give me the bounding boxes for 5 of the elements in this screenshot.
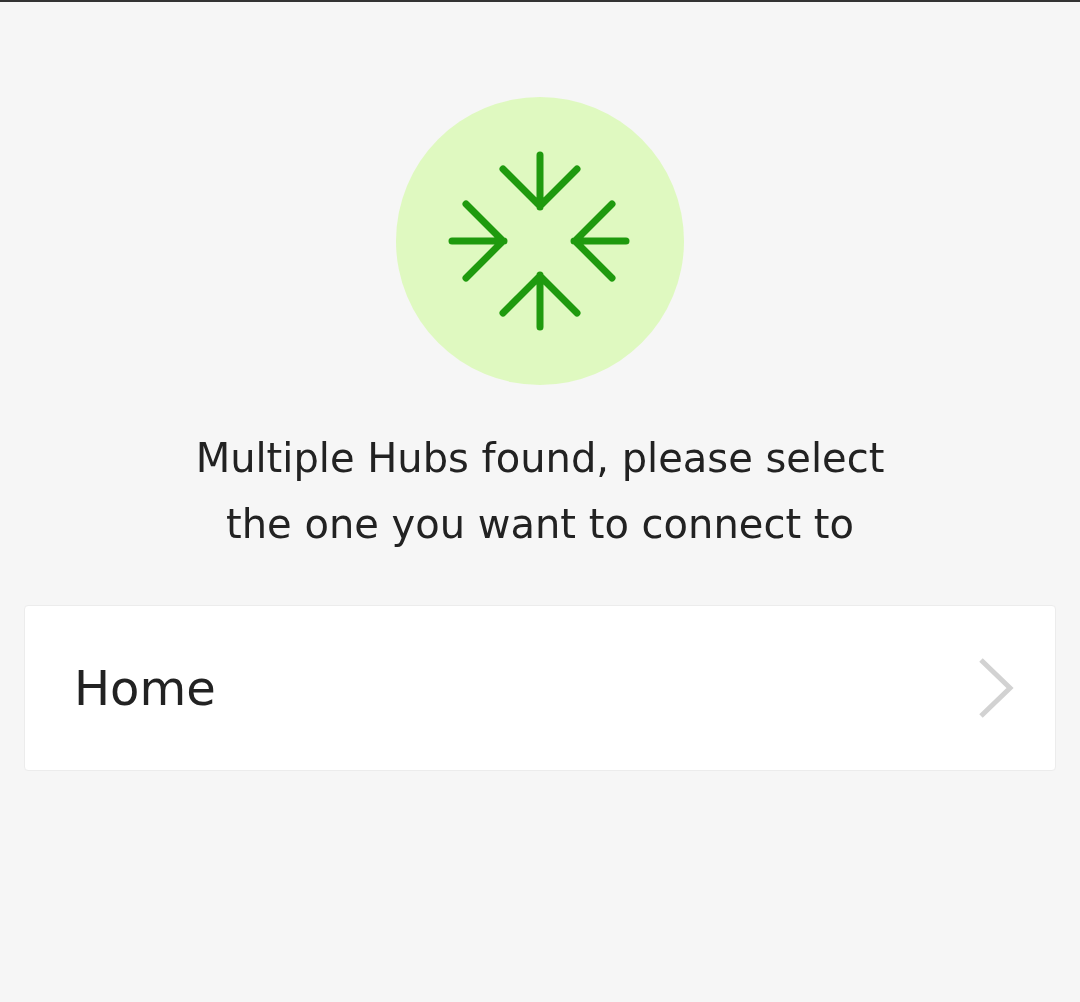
chevron-right-icon xyxy=(977,657,1015,719)
hub-list-item[interactable]: Home xyxy=(24,605,1056,771)
hub-name: Home xyxy=(74,659,216,718)
instruction-text: Multiple Hubs found, please select the one you want to connect to xyxy=(194,434,886,549)
merge-arrows-icon xyxy=(396,97,684,385)
